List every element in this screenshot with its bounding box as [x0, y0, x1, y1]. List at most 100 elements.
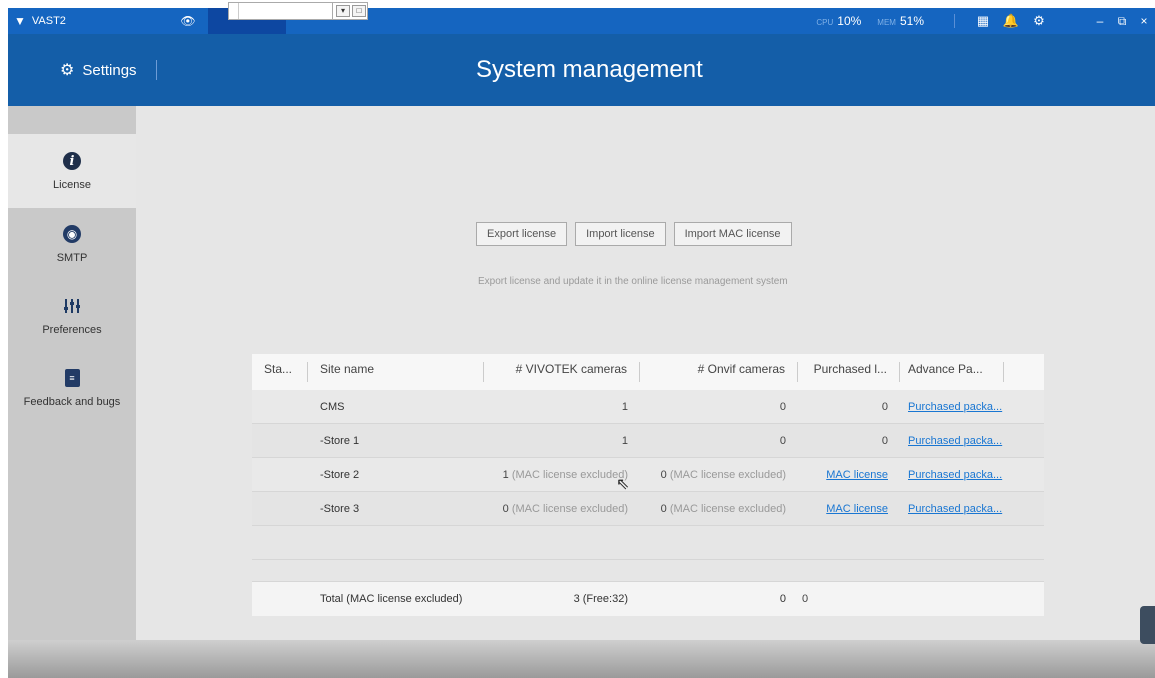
mac-license-link[interactable]: MAC license [826, 469, 888, 481]
cpu-label: CPU [816, 18, 834, 27]
mac-excluded-note: (MAC license excluded) [669, 468, 786, 481]
onvif-count: 0 [660, 468, 667, 481]
col-onvif-header[interactable]: # Onvif cameras [640, 362, 798, 382]
restore-button[interactable]: ⧉ [1111, 14, 1133, 29]
vivotek-logo-icon: ▼ [14, 14, 26, 28]
bottom-shade [8, 640, 1155, 678]
onvif-count: 0 [779, 434, 786, 447]
sidebar-item-smtp[interactable]: ◉ SMTP [8, 208, 136, 280]
row-vivotek: 0 (MAC license excluded) [484, 503, 640, 515]
col-site-header[interactable]: Site name [308, 362, 484, 382]
total-label: Total (MAC license excluded) [320, 593, 463, 605]
sidebar-item-label: Feedback and bugs [23, 396, 121, 408]
minimize-button[interactable]: – [1089, 14, 1111, 28]
table-row[interactable]: CMS 1 0 0 Purchased packa... [252, 390, 1044, 424]
col-purchased-header[interactable]: Purchased l... [798, 362, 900, 382]
feedback-icon: ≡ [64, 369, 80, 387]
col-status-header[interactable]: Sta... [252, 362, 308, 382]
col-vivotek-header[interactable]: # VIVOTEK cameras [484, 362, 640, 382]
purchased-package-link[interactable]: Purchased packa... [908, 401, 1002, 413]
purchased-package-link[interactable]: Purchased packa... [908, 503, 1002, 515]
mini-dropdown-button[interactable]: ▾ [336, 5, 350, 17]
import-mac-license-button[interactable]: Import MAC license [673, 222, 792, 246]
settings-gear-icon: ⚙ [60, 62, 75, 79]
mem-label: MEM [877, 18, 896, 27]
cpu-usage: CPU 10% [816, 14, 861, 28]
title-bar: ▼ VAST2 👁 CPU 10% MEM 51% ▦ 🔔 ⚙ – ⧉ × [8, 8, 1155, 34]
mini-input-field[interactable] [239, 3, 333, 19]
grid-icon[interactable]: ▦ [969, 13, 997, 29]
sidebar-item-label: License [53, 179, 91, 191]
table-row[interactable]: -Store 1 1 0 0 Purchased packa... [252, 424, 1044, 458]
mini-maximize-button[interactable]: □ [352, 5, 366, 17]
vivotek-count: 1 [621, 400, 628, 413]
mac-license-link[interactable]: MAC license [826, 503, 888, 515]
vivotek-count: 1 [502, 468, 509, 481]
mini-grip-handle[interactable] [229, 3, 239, 19]
col-advance-header[interactable]: Advance Pa... [900, 362, 1004, 382]
sidebar-item-feedback[interactable]: ≡ Feedback and bugs [8, 352, 136, 424]
sidebar-item-license[interactable]: i License [8, 134, 136, 208]
row-onvif: 0 [640, 435, 798, 447]
import-license-button[interactable]: Import license [575, 222, 666, 246]
mac-excluded-note: (MAC license excluded) [511, 502, 628, 515]
table-row[interactable]: -Store 3 0 (MAC license excluded) 0 (MAC… [252, 492, 1044, 526]
mem-value: 51% [899, 14, 924, 28]
total-onvif: 0 [779, 593, 786, 605]
sidebar-item-preferences[interactable]: Preferences [8, 280, 136, 352]
row-site-name: CMS [320, 400, 345, 413]
total-row: Total (MAC license excluded) 3 (Free:32)… [252, 582, 1044, 616]
total-purchased: 0 [802, 593, 809, 605]
row-site-name: -Store 3 [320, 502, 360, 515]
row-site-name: -Store 2 [320, 468, 360, 481]
close-button[interactable]: × [1133, 14, 1155, 28]
mem-usage: MEM 51% [877, 14, 924, 28]
row-onvif: 0 [640, 401, 798, 413]
cpu-value: 10% [837, 14, 862, 28]
row-purchased: 0 [881, 434, 888, 447]
eye-icon[interactable]: 👁 [168, 14, 208, 28]
settings-breadcrumb[interactable]: ⚙ Settings [60, 60, 137, 80]
row-vivotek: 1 [484, 435, 640, 447]
empty-row [252, 526, 1044, 560]
purchased-package-link[interactable]: Purchased packa... [908, 469, 1002, 481]
mac-excluded-note: (MAC license excluded) [669, 502, 786, 515]
floating-mini-window[interactable]: ▾ □ [228, 2, 368, 20]
table-row[interactable]: -Store 2 1 (MAC license excluded) 0 (MAC… [252, 458, 1044, 492]
sidebar-item-label: Preferences [42, 324, 102, 336]
globe-icon: ◉ [63, 225, 81, 243]
vivotek-count: 1 [621, 434, 628, 447]
bell-icon[interactable]: 🔔 [997, 13, 1025, 29]
row-site-name: -Store 1 [320, 434, 360, 447]
mac-excluded-note: (MAC license excluded) [511, 468, 628, 481]
license-hint-text: Export license and update it in the onli… [478, 276, 788, 287]
page-header: ⚙ Settings System management [8, 34, 1155, 106]
settings-label: Settings [82, 61, 137, 79]
side-drawer-handle[interactable] [1140, 606, 1155, 644]
mouse-cursor-icon: ⇖ [616, 476, 630, 493]
gear-icon[interactable]: ⚙ [1025, 13, 1053, 29]
header-divider [156, 60, 157, 80]
total-vivotek: 3 (Free:32) [573, 593, 628, 605]
titlebar-divider [954, 14, 955, 28]
row-purchased: 0 [881, 400, 888, 413]
license-actions: Export license Import license Import MAC… [476, 222, 792, 246]
row-onvif: 0 (MAC license excluded) [640, 503, 798, 515]
sidebar-item-label: SMTP [56, 252, 88, 264]
table-header: Sta... Site name # VIVOTEK cameras # Onv… [252, 354, 1044, 390]
export-license-button[interactable]: Export license [476, 222, 568, 246]
page-title: System management [476, 56, 703, 83]
purchased-package-link[interactable]: Purchased packa... [908, 435, 1002, 447]
vivotek-count: 0 [502, 502, 509, 515]
onvif-count: 0 [660, 502, 667, 515]
info-icon: i [63, 152, 81, 170]
row-onvif: 0 (MAC license excluded) [640, 469, 798, 481]
license-table: Sta... Site name # VIVOTEK cameras # Onv… [252, 354, 1044, 616]
main-content: Export license Import license Import MAC… [136, 106, 1155, 678]
row-vivotek: 1 [484, 401, 640, 413]
app-name: VAST2 [31, 15, 66, 27]
sidebar: i License ◉ SMTP Preferences ≡ Feedback … [8, 106, 136, 678]
empty-row [252, 560, 1044, 582]
sliders-icon [62, 296, 82, 316]
app-logo: ▼ VAST2 [8, 14, 168, 28]
